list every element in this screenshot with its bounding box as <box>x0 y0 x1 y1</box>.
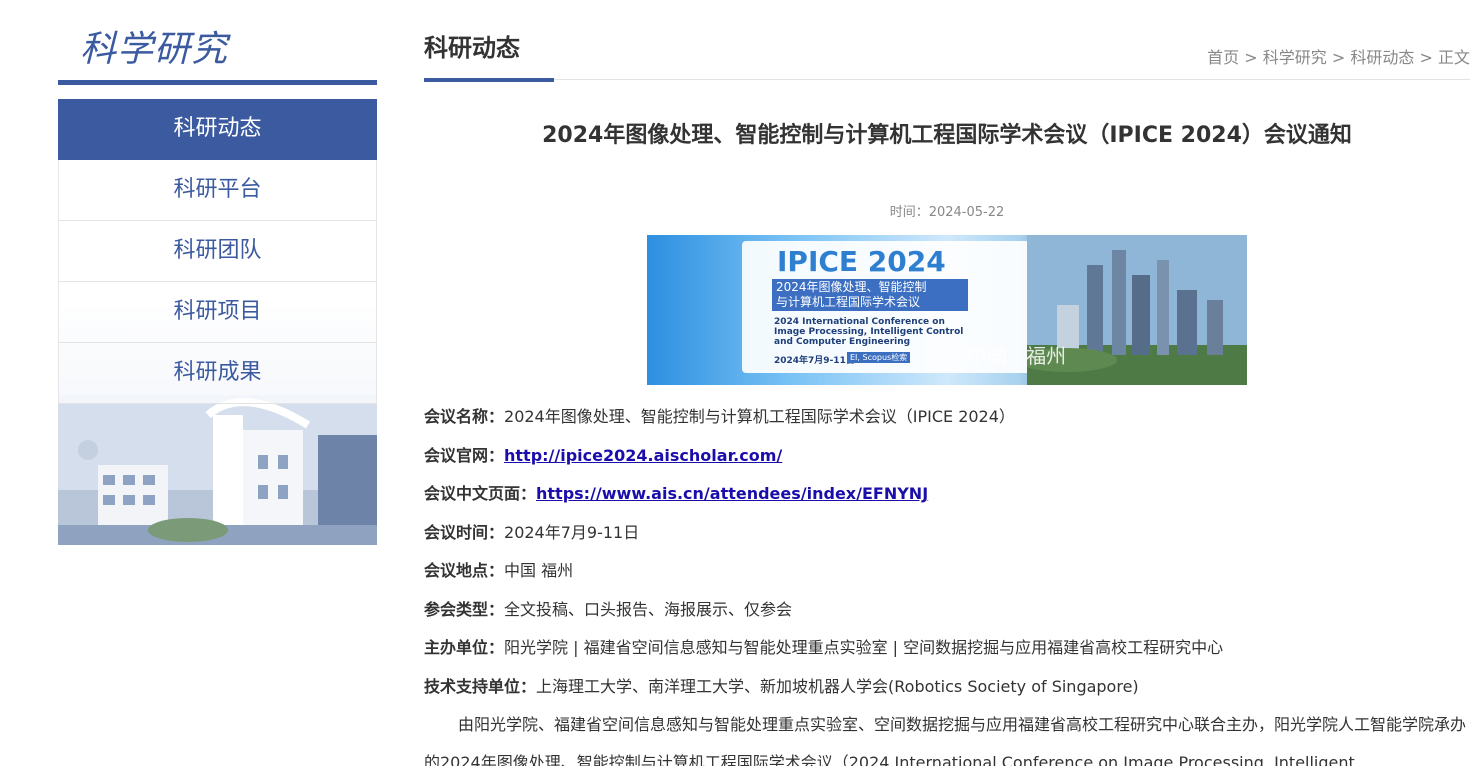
info-label: 技术支持单位： <box>424 676 537 696</box>
sidebar-item-research-platform[interactable]: 科研平台 <box>58 160 377 221</box>
banner-city: 中国 · 福州 <box>967 344 1067 368</box>
breadcrumb-science-research[interactable]: 科学研究 <box>1263 48 1327 67</box>
page-title: 科研动态 <box>424 34 520 62</box>
banner-english-title: 2024 International Conference on Image P… <box>774 317 989 347</box>
article-time: 时间：2024-05-22 <box>424 201 1470 220</box>
info-label: 会议名称： <box>424 407 505 426</box>
breadcrumb-separator: > <box>1331 48 1346 67</box>
article-time-value: 2024-05-22 <box>928 205 1005 220</box>
info-row-location: 会议地点：中国 福州 <box>424 552 1470 591</box>
banner-tag: EI, Scopus检索 <box>847 352 911 363</box>
banner-chinese-title-line1: 2024年图像处理、智能控制 <box>776 280 927 294</box>
conference-banner-image: IPICE 2024 2024年图像处理、智能控制 与计算机工程国际学术会议 2… <box>647 235 1247 385</box>
info-row-name: 会议名称：2024年图像处理、智能控制与计算机工程国际学术会议（IPICE 20… <box>424 398 1470 437</box>
info-row-organizer: 主办单位：阳光学院 | 福建省空间信息感知与智能处理重点实验室 | 空间数据挖掘… <box>424 629 1470 668</box>
sidebar-item-research-team[interactable]: 科研团队 <box>58 221 377 282</box>
info-value: 上海理工大学、南洋理工大学、新加坡机器人学会(Robotics Society … <box>536 676 1139 696</box>
article-title: 2024年图像处理、智能控制与计算机工程国际学术会议（IPICE 2024）会议… <box>542 123 1352 148</box>
section-header: 科研动态 首页 > 科学研究 > 科研动态 > 正文 <box>424 24 1470 82</box>
banner-english-line1: 2024 International Conference on <box>774 317 945 327</box>
sidebar-item-research-projects[interactable]: 科研项目 <box>58 282 377 343</box>
info-value: 2024年图像处理、智能控制与计算机工程国际学术会议（IPICE 2024） <box>504 407 1015 426</box>
breadcrumb-separator: > <box>1419 48 1433 67</box>
banner-chinese-title: 2024年图像处理、智能控制 与计算机工程国际学术会议 <box>772 279 968 311</box>
breadcrumb-separator: > <box>1244 48 1258 67</box>
info-label: 会议地点： <box>424 561 505 580</box>
info-row-website: 会议官网：http://ipice2024.aischolar.com/ <box>424 437 1470 476</box>
info-row-time: 会议时间：2024年7月9-11日 <box>424 514 1470 553</box>
info-row-supporter: 技术支持单位：上海理工大学、南洋理工大学、新加坡机器人学会(Robotics S… <box>424 668 1470 707</box>
banner-chinese-title-line2: 与计算机工程国际学术会议 <box>776 295 921 309</box>
conference-website-link[interactable]: http://ipice2024.aischolar.com/ <box>504 446 782 465</box>
info-value: 2024年7月9-11日 <box>504 522 640 542</box>
breadcrumb-current: 正文 <box>1437 48 1470 67</box>
banner-date: 2024年7月9-11日 <box>774 356 855 366</box>
breadcrumb-home[interactable]: 首页 <box>1207 48 1239 67</box>
main-content: 科研动态 首页 > 科学研究 > 科研动态 > 正文 2024年图像处理、智能控… <box>424 24 1470 766</box>
info-label: 主办单位： <box>424 638 505 657</box>
campus-building-image <box>58 395 377 545</box>
info-value: 中国 福州 <box>504 561 574 580</box>
sidebar-menu: 科研动态 科研平台 科研团队 科研项目 科研成果 <box>58 99 377 545</box>
info-label: 会议官网： <box>424 445 505 465</box>
conference-chinese-page-link[interactable]: https://www.ais.cn/attendees/index/EFNYN… <box>536 484 928 503</box>
sidebar-item-research-results[interactable]: 科研成果 <box>58 343 377 404</box>
sidebar-item-research-news[interactable]: 科研动态 <box>58 99 377 160</box>
banner-english-line2: Image Processing, Intelligent Control <box>774 327 964 337</box>
info-value: 阳光学院 | 福建省空间信息感知与智能处理重点实验室 | 空间数据挖掘与应用福建… <box>504 638 1224 657</box>
sidebar-title-underline <box>58 80 377 85</box>
info-row-type: 参会类型：全文投稿、口头报告、海报展示、仅参会 <box>424 591 1470 630</box>
info-label: 参会类型： <box>424 599 505 619</box>
info-label: 会议中文页面： <box>424 484 537 503</box>
conference-info-list: 会议名称：2024年图像处理、智能控制与计算机工程国际学术会议（IPICE 20… <box>424 398 1470 706</box>
banner-english-line3: and Computer Engineering <box>774 337 911 347</box>
banner-brand: IPICE 2024 <box>777 245 946 278</box>
info-row-chinese-page: 会议中文页面：https://www.ais.cn/attendees/inde… <box>424 475 1470 514</box>
breadcrumb: 首页 > 科学研究 > 科研动态 > 正文 <box>1207 44 1470 68</box>
article-paragraph: 由阳光学院、福建省空间信息感知与智能处理重点实验室、空间数据挖掘与应用福建省高校… <box>424 715 1467 766</box>
sidebar: 科学研究 科研动态 科研平台 科研团队 科研项目 科研成果 <box>58 24 377 545</box>
info-value: 全文投稿、口头报告、海报展示、仅参会 <box>504 599 793 619</box>
breadcrumb-research-news[interactable]: 科研动态 <box>1350 48 1414 67</box>
article-time-label: 时间： <box>889 205 929 220</box>
page-title-underline <box>424 78 554 82</box>
info-label: 会议时间： <box>424 522 505 542</box>
sidebar-title: 科学研究 <box>80 29 229 70</box>
